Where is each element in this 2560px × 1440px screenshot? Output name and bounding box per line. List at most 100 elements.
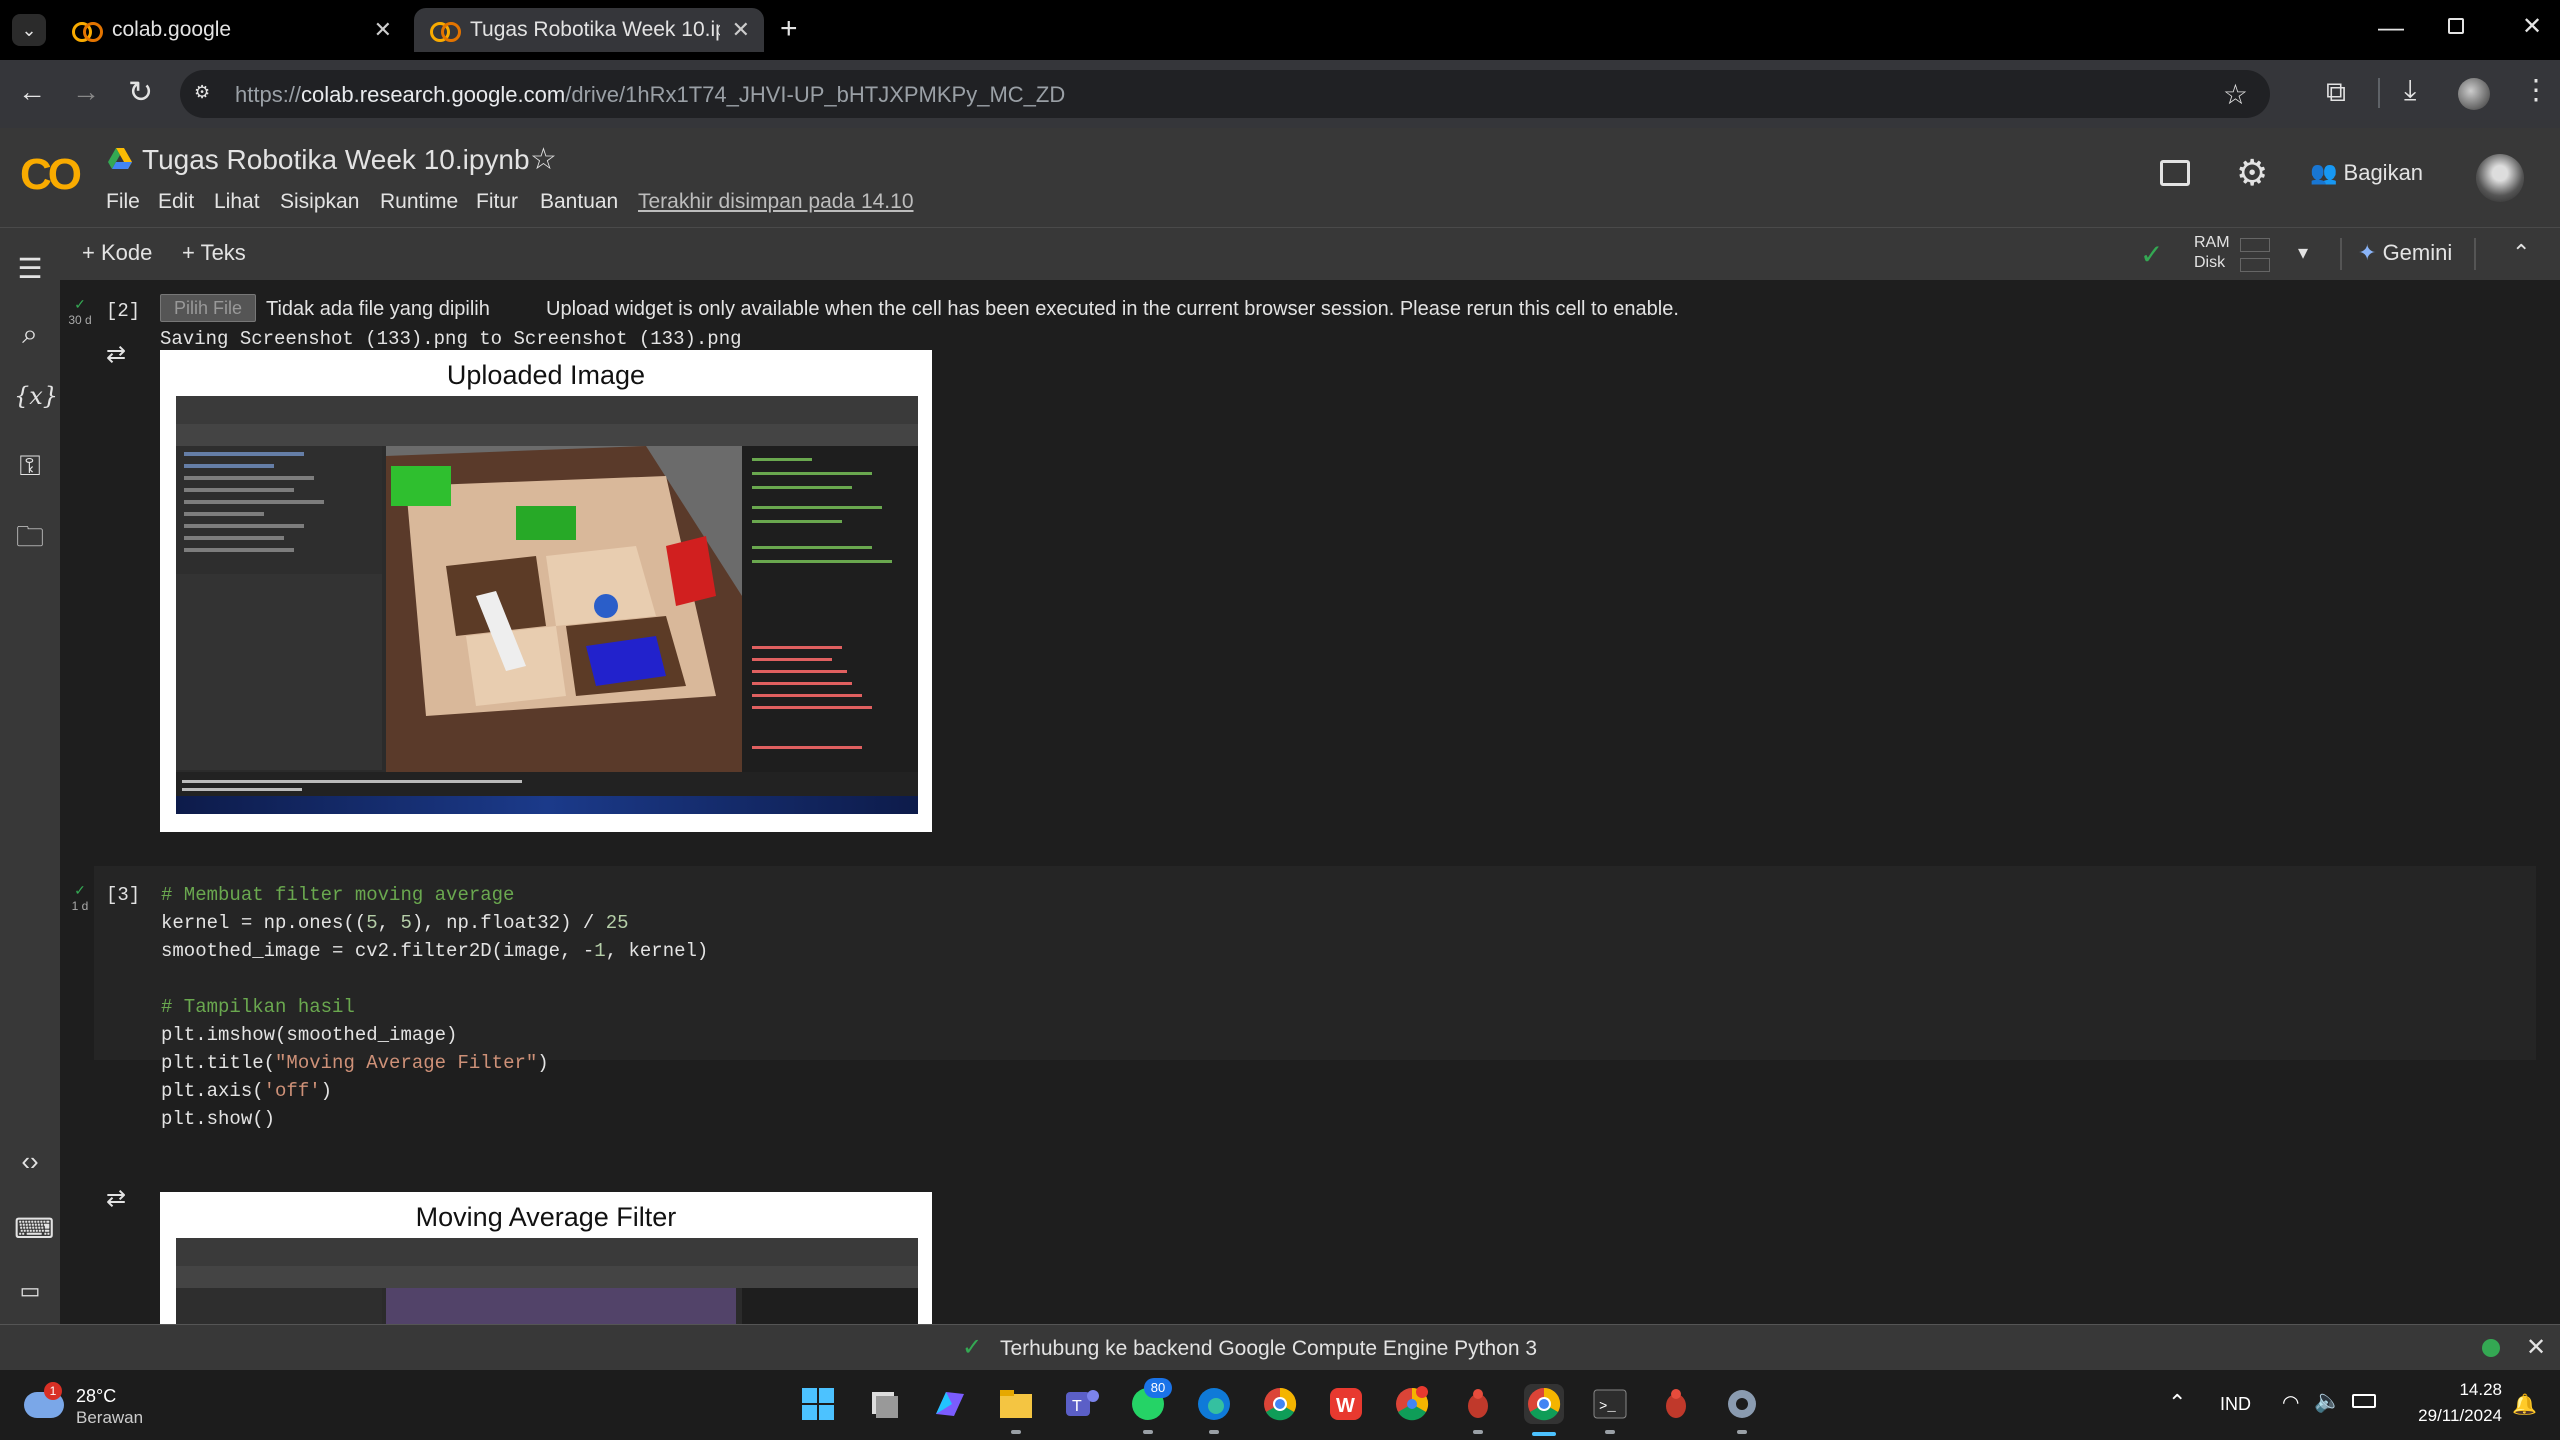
running-indicator <box>1143 1430 1153 1434</box>
webots-icon[interactable] <box>1458 1384 1498 1424</box>
close-tab-icon[interactable]: ✕ <box>732 17 750 43</box>
code-snippets-icon[interactable]: ‹› <box>14 1146 46 1178</box>
saving-output-text: Saving Screenshot (133).png to Screensho… <box>160 328 742 350</box>
wps-office-icon[interactable]: W <box>1326 1384 1366 1424</box>
command-palette-icon[interactable]: ⌨ <box>14 1212 54 1244</box>
running-indicator <box>1737 1430 1747 1434</box>
extensions-icon[interactable]: ⧉ <box>2326 78 2346 106</box>
table-of-contents-icon[interactable]: ☰ <box>14 252 46 284</box>
colab-favicon-icon <box>430 22 461 42</box>
menu-runtime[interactable]: Runtime <box>380 190 458 214</box>
people-icon: 👥 <box>2310 160 2338 185</box>
back-arrow-icon[interactable]: ← <box>18 78 46 106</box>
weather-temp: 28°C <box>76 1386 117 1406</box>
copilot-icon[interactable] <box>930 1384 970 1424</box>
restore-button[interactable] <box>2448 18 2464 34</box>
terminal-app-icon[interactable]: >_ <box>1590 1384 1630 1424</box>
close-window-button[interactable]: ✕ <box>2522 12 2542 41</box>
gemini-button[interactable]: ✦ Gemini <box>2358 240 2452 266</box>
minimize-button[interactable]: — <box>2378 12 2404 43</box>
active-indicator <box>1532 1432 1556 1436</box>
tab-label: Tugas Robotika Week 10.ipynb <box>470 18 720 41</box>
tab-label: colab.google <box>112 18 232 41</box>
settings-gear-icon[interactable]: ⚙ <box>2236 152 2268 194</box>
output-toggle-icon[interactable]: ⇄ <box>106 340 126 369</box>
volume-icon[interactable]: 🔈 <box>2314 1388 2341 1414</box>
webots-screenshot-image <box>176 396 918 814</box>
chrome-profile-icon[interactable] <box>1392 1384 1432 1424</box>
clock-date[interactable]: 29/11/2024 <box>2400 1406 2502 1426</box>
site-info-icon[interactable]: ⚙ <box>194 82 218 106</box>
bookmark-star-icon[interactable]: ☆ <box>2223 78 2248 111</box>
chrome-icon[interactable] <box>1260 1384 1300 1424</box>
profile-avatar[interactable] <box>2458 78 2490 110</box>
success-check-icon: ✓ <box>74 296 86 312</box>
menu-view[interactable]: Lihat <box>214 190 260 214</box>
add-code-button[interactable]: + Kode <box>82 240 152 266</box>
reload-icon[interactable]: ↻ <box>128 78 153 108</box>
menu-insert[interactable]: Sisipkan <box>280 190 359 214</box>
tab-colab-google[interactable]: colab.google ✕ <box>56 8 406 52</box>
settings-app-icon[interactable] <box>1722 1384 1762 1424</box>
menu-file[interactable]: File <box>106 190 140 214</box>
colab-logo[interactable]: CO <box>20 150 82 200</box>
wifi-icon[interactable]: ◠ <box>2282 1390 2299 1415</box>
download-icon[interactable]: ⤓ <box>2404 76 2416 104</box>
file-picker-button[interactable]: Pilih File <box>160 294 256 322</box>
secrets-key-icon[interactable]: ⚿ <box>14 450 46 482</box>
runtime-dropdown-icon[interactable]: ▾ <box>2298 240 2308 265</box>
resources-indicator[interactable]: RAM Disk <box>2194 232 2274 276</box>
collapse-header-icon[interactable]: ⌃ <box>2512 240 2530 266</box>
close-tab-icon[interactable]: ✕ <box>374 17 392 43</box>
windows-start-icon[interactable] <box>798 1384 838 1424</box>
add-text-button[interactable]: + Teks <box>182 240 246 266</box>
cell-exec-time: 30 d <box>68 313 92 327</box>
account-avatar[interactable] <box>2476 154 2524 202</box>
cell-run-status[interactable]: ✓ 30 d <box>62 296 98 327</box>
whatsapp-icon[interactable]: 80 <box>1128 1378 1172 1424</box>
divider <box>2474 238 2476 270</box>
search-icon[interactable]: ⌕ <box>14 318 46 350</box>
task-view-icon[interactable] <box>864 1384 904 1424</box>
menu-help[interactable]: Bantuan <box>540 190 618 214</box>
code-line: plt.title("Moving Average Filter") <box>161 1052 549 1074</box>
comments-icon[interactable] <box>2160 160 2190 186</box>
running-indicator <box>1011 1430 1021 1434</box>
last-saved-link[interactable]: Terakhir disimpan pada 14.10 <box>638 190 914 214</box>
share-button[interactable]: 👥 Bagikan <box>2310 160 2423 186</box>
notebook-title[interactable]: Tugas Robotika Week 10.ipynb <box>142 144 530 176</box>
terminal-icon[interactable]: ▭ <box>14 1278 46 1310</box>
plot-title: Uploaded Image <box>446 360 646 390</box>
weather-widget[interactable]: 1 28°C Berawan <box>24 1382 164 1430</box>
close-status-icon[interactable]: ✕ <box>2526 1333 2546 1362</box>
tab-search-button[interactable]: ⌄ <box>12 14 46 46</box>
battery-icon[interactable] <box>2352 1394 2376 1408</box>
browser-toolbar: ← → ↻ ⚙ https://colab.research.google.co… <box>0 60 2560 128</box>
variables-icon[interactable]: {x} <box>14 382 58 414</box>
cell-exec-count: [2] <box>106 300 141 322</box>
drive-icon <box>108 148 132 170</box>
language-indicator[interactable]: IND <box>2220 1394 2251 1415</box>
output-toggle-icon[interactable]: ⇄ <box>106 1184 126 1213</box>
tab-notebook[interactable]: Tugas Robotika Week 10.ipynb ✕ <box>414 8 764 52</box>
teams-icon[interactable]: T <box>1062 1384 1102 1424</box>
tray-overflow-icon[interactable]: ⌃ <box>2168 1390 2186 1416</box>
notification-bell-icon[interactable]: 🔔 <box>2512 1392 2537 1417</box>
clock-time[interactable]: 14.28 <box>2450 1380 2502 1400</box>
new-tab-button[interactable]: + <box>780 12 798 46</box>
no-file-label: Tidak ada file yang dipilih <box>266 298 490 320</box>
edge-icon[interactable] <box>1194 1384 1234 1424</box>
star-notebook-icon[interactable]: ☆ <box>530 142 557 177</box>
menu-edit[interactable]: Edit <box>158 190 194 214</box>
menu-tools[interactable]: Fitur <box>476 190 518 214</box>
files-folder-icon[interactable]: 🗀 <box>14 516 46 552</box>
chrome-active-icon[interactable] <box>1524 1384 1564 1424</box>
more-menu-icon[interactable]: ⋮ <box>2522 76 2550 104</box>
file-explorer-icon[interactable] <box>996 1384 1036 1424</box>
code-line: plt.imshow(smoothed_image) <box>161 1024 458 1046</box>
forward-arrow-icon[interactable]: → <box>72 78 100 106</box>
webots-secondary-icon[interactable] <box>1656 1384 1696 1424</box>
plot-uploaded-image: Uploaded Image <box>160 350 932 832</box>
cell-run-status[interactable]: ✓ 1 d <box>62 882 98 913</box>
address-bar[interactable]: ⚙ https://colab.research.google.com/driv… <box>180 70 2270 118</box>
